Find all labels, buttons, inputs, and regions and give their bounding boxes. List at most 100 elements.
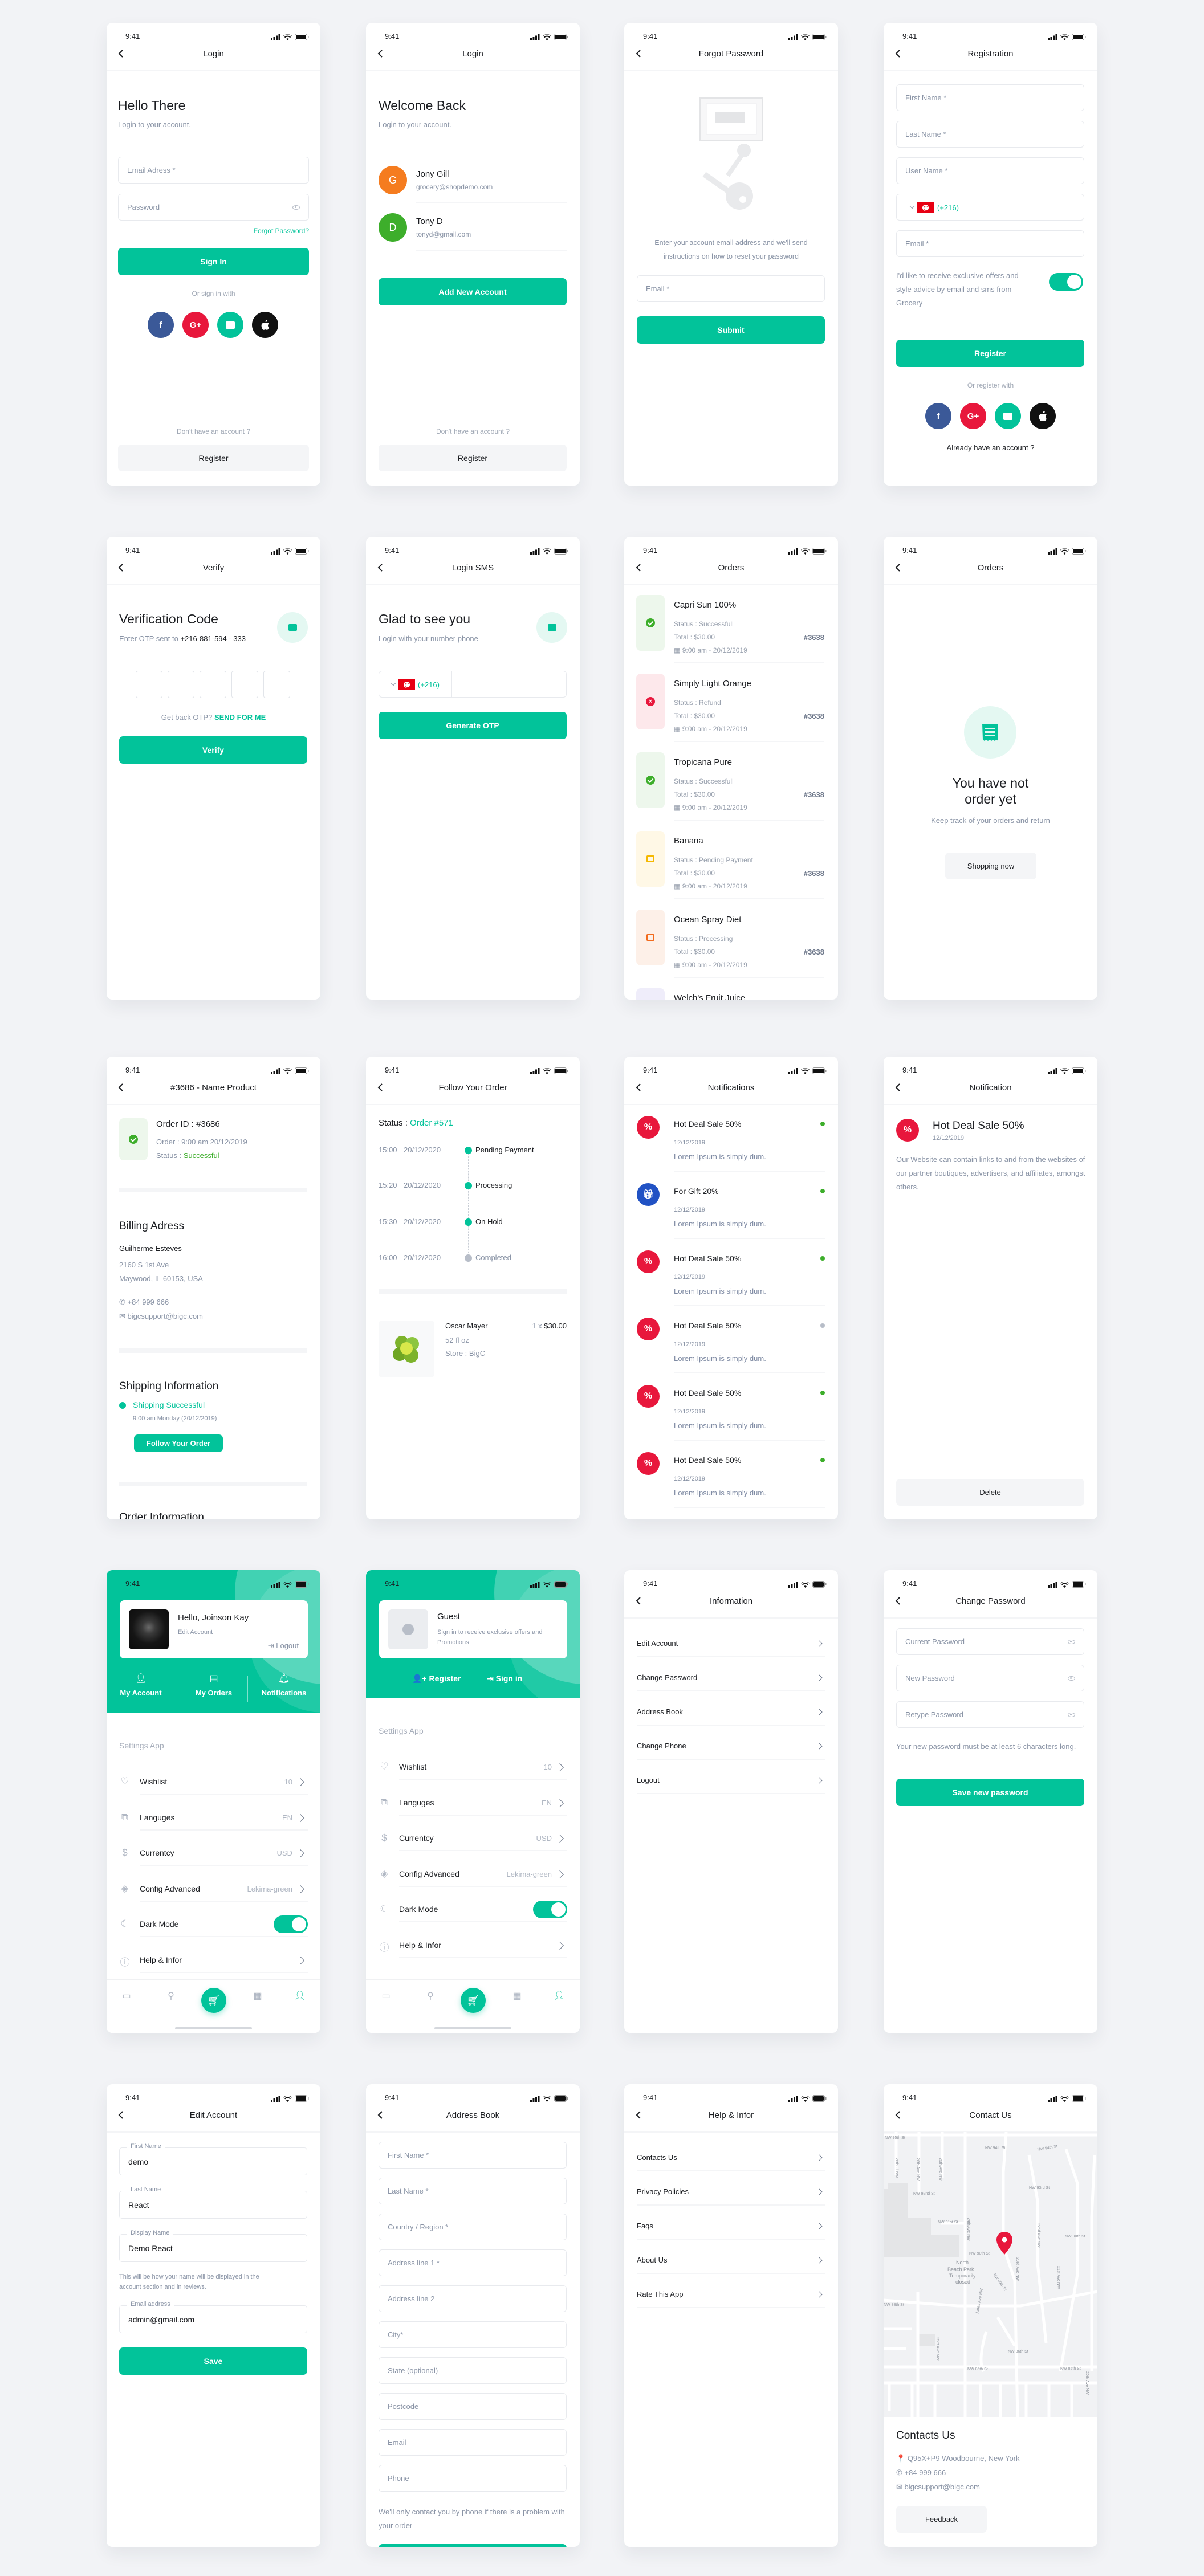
field-phone[interactable]: Phone xyxy=(379,2465,567,2492)
eye-icon[interactable] xyxy=(292,205,300,210)
first-name-input[interactable]: First Name * xyxy=(896,84,1084,111)
google-plus-button[interactable]: G+ xyxy=(960,403,986,429)
settings-item-config-advanced[interactable]: ◈ Config Advanced Lekima-green xyxy=(107,1876,320,1902)
new-password-input[interactable]: New Password xyxy=(896,1665,1084,1691)
settings-item-help-infor[interactable]: ⓘ Help & Infor xyxy=(107,1947,320,1974)
order-item[interactable]: Welch's Fruit Juice xyxy=(624,988,838,1000)
forgot-password-link[interactable]: Forgot Password? xyxy=(254,227,309,235)
generate-otp-button[interactable]: Generate OTP xyxy=(379,712,567,739)
nav-profile[interactable]: 👤︎ xyxy=(542,1990,576,2003)
last-name-input[interactable]: React xyxy=(119,2191,307,2219)
follow-order-button[interactable]: Follow Your Order xyxy=(134,1434,223,1452)
retype-password-input[interactable]: Retype Password xyxy=(896,1701,1084,1728)
already-have-account-link[interactable]: Already have an account ? xyxy=(884,443,1097,452)
current-password-input[interactable]: Current Password xyxy=(896,1628,1084,1655)
country-code[interactable]: (+216) xyxy=(937,203,959,212)
settings-item-currentcy[interactable]: $ Currentcy USD xyxy=(366,1825,580,1852)
register-button[interactable]: Register xyxy=(896,340,1084,367)
tab-my-orders[interactable]: ▤ My Orders xyxy=(182,1673,245,1697)
menu-item-contacts-us[interactable]: Contacts Us xyxy=(624,2146,838,2180)
nav-discover[interactable]: ⚲ xyxy=(154,1990,188,2003)
save-button[interactable]: Save xyxy=(119,2347,307,2375)
register-button[interactable]: Register xyxy=(118,445,309,471)
menu-item-edit-account[interactable]: Edit Account xyxy=(624,1632,838,1666)
password-input[interactable]: Password xyxy=(118,194,309,221)
notification-item[interactable]: % Hot Deal Sale 50% 12/12/2019 Lorem Ipsum … xyxy=(624,1116,838,1179)
facebook-button[interactable]: f xyxy=(925,403,951,429)
tab-my-account[interactable]: 👤︎ My Account xyxy=(109,1673,172,1697)
settings-item-wishlist[interactable]: ♡ Wishlist 10 xyxy=(366,1754,580,1780)
otp-digit-input[interactable] xyxy=(136,671,162,698)
country-code[interactable]: (+216) xyxy=(418,680,440,689)
settings-item-dark-mode[interactable]: ☾ Dark Mode xyxy=(366,1897,580,1923)
add-account-button[interactable]: Add New Account xyxy=(379,278,567,305)
order-item[interactable]: Tropicana Pure Status : Successfull Total … xyxy=(624,752,838,826)
nav-home[interactable]: ▭ xyxy=(109,1990,144,2003)
menu-item-change-password[interactable]: Change Password xyxy=(624,1666,838,1700)
apple-button[interactable] xyxy=(252,312,278,338)
settings-item-help-infor[interactable]: ⓘ Help & Infor xyxy=(366,1933,580,1959)
settings-item-languges[interactable]: ⧉ Languges EN xyxy=(107,1805,320,1831)
nav-shop[interactable]: ▦ xyxy=(500,1990,534,2003)
edit-account-link[interactable]: Edit Account xyxy=(178,1629,213,1636)
menu-item-about-us[interactable]: About Us xyxy=(624,2248,838,2282)
chevron-down-icon[interactable] xyxy=(909,203,915,209)
offers-toggle[interactable] xyxy=(1049,273,1083,291)
notification-item[interactable]: % Hot Deal Sale 50% 12/12/2019 Lorem Ipsum … xyxy=(624,1250,838,1313)
field-country-region[interactable]: Country / Region * xyxy=(379,2214,567,2240)
shopping-now-button[interactable]: Shopping now xyxy=(945,853,1036,879)
field-address-line-2[interactable]: Address line 2 xyxy=(379,2285,567,2312)
field-city[interactable]: City* xyxy=(379,2321,567,2348)
dark-mode-toggle[interactable] xyxy=(274,1915,308,1933)
delete-button[interactable]: Delete xyxy=(896,1479,1084,1506)
account-item[interactable]: D Tony D tonyd@gmail.com xyxy=(366,213,580,251)
dark-mode-toggle[interactable] xyxy=(533,1901,567,1918)
display-name-input[interactable]: Demo React xyxy=(119,2234,307,2262)
email-input[interactable]: Email * xyxy=(637,275,825,302)
apple-button[interactable] xyxy=(1030,403,1056,429)
menu-item-logout[interactable]: Logout xyxy=(624,1768,838,1803)
field-email[interactable]: Email xyxy=(379,2429,567,2456)
order-item[interactable]: × Simply Light Orange Status : Refund Total… xyxy=(624,674,838,748)
message-button[interactable] xyxy=(217,312,243,338)
feedback-button[interactable]: Feedback xyxy=(896,2506,987,2533)
last-name-input[interactable]: Last Name * xyxy=(896,121,1084,148)
field-last-name[interactable]: Last Name * xyxy=(379,2178,567,2204)
order-item[interactable]: Banana Status : Pending Payment Total : $3… xyxy=(624,831,838,905)
submit-button[interactable]: Submit xyxy=(637,316,825,344)
save-password-button[interactable]: Save new password xyxy=(896,1779,1084,1806)
field-state-optional[interactable]: State (optional) xyxy=(379,2357,567,2384)
menu-item-faqs[interactable]: Faqs xyxy=(624,2214,838,2248)
save-address-button[interactable] xyxy=(379,2544,567,2547)
menu-item-address-book[interactable]: Address Book xyxy=(624,1700,838,1734)
field-address-line-1[interactable]: Address line 1 * xyxy=(379,2249,567,2276)
phone-input[interactable]: (+216) xyxy=(896,194,1084,221)
notification-item[interactable]: 🎁︎ For Gift 20% 12/12/2019 Lorem Ipsum is s… xyxy=(624,1183,838,1246)
register-button[interactable]: 👤+ Register xyxy=(412,1674,461,1684)
menu-item-change-phone[interactable]: Change Phone xyxy=(624,1734,838,1768)
cart-button[interactable]: 🛒︎ xyxy=(461,1988,486,2013)
account-item[interactable]: G Jony Gill grocery@shopdemo.com xyxy=(366,166,580,203)
menu-item-rate-this-app[interactable]: Rate This App xyxy=(624,2282,838,2317)
sign-in-button[interactable]: Sign In xyxy=(118,248,309,275)
nav-home[interactable]: ▭ xyxy=(369,1990,403,2003)
email-input[interactable]: Email Adress * xyxy=(118,157,309,184)
nav-shop[interactable]: ▦ xyxy=(241,1990,275,2003)
phone-input[interactable]: (+216) xyxy=(379,671,567,698)
order-item[interactable]: Capri Sun 100% Status : Successfull Total … xyxy=(624,595,838,669)
google-plus-button[interactable]: G+ xyxy=(182,312,209,338)
message-button[interactable] xyxy=(995,403,1021,429)
chevron-down-icon[interactable] xyxy=(391,680,396,686)
menu-item-privacy-policies[interactable]: Privacy Policies xyxy=(624,2180,838,2214)
notification-item[interactable]: % Hot Deal Sale 50% 12/12/2019 Lorem Ipsum … xyxy=(624,1385,838,1448)
facebook-button[interactable]: f xyxy=(148,312,174,338)
nav-discover[interactable]: ⚲ xyxy=(413,1990,448,2003)
order-item[interactable]: Ocean Spray Diet Status : Processing Total… xyxy=(624,910,838,984)
otp-digit-input[interactable] xyxy=(200,671,226,698)
settings-item-wishlist[interactable]: ♡ Wishlist 10 xyxy=(107,1769,320,1795)
notification-item[interactable]: % Hot Deal Sale 50% 12/12/2019 Lorem Ipsum … xyxy=(624,1318,838,1380)
settings-item-dark-mode[interactable]: ☾ Dark Mode xyxy=(107,1911,320,1938)
sign-in-button[interactable]: ⇥ Sign in xyxy=(487,1674,522,1684)
notification-item[interactable]: % Hot Deal Sale 50% 12/12/2019 Lorem Ipsum … xyxy=(624,1452,838,1515)
settings-item-currentcy[interactable]: $ Currentcy USD xyxy=(107,1840,320,1866)
